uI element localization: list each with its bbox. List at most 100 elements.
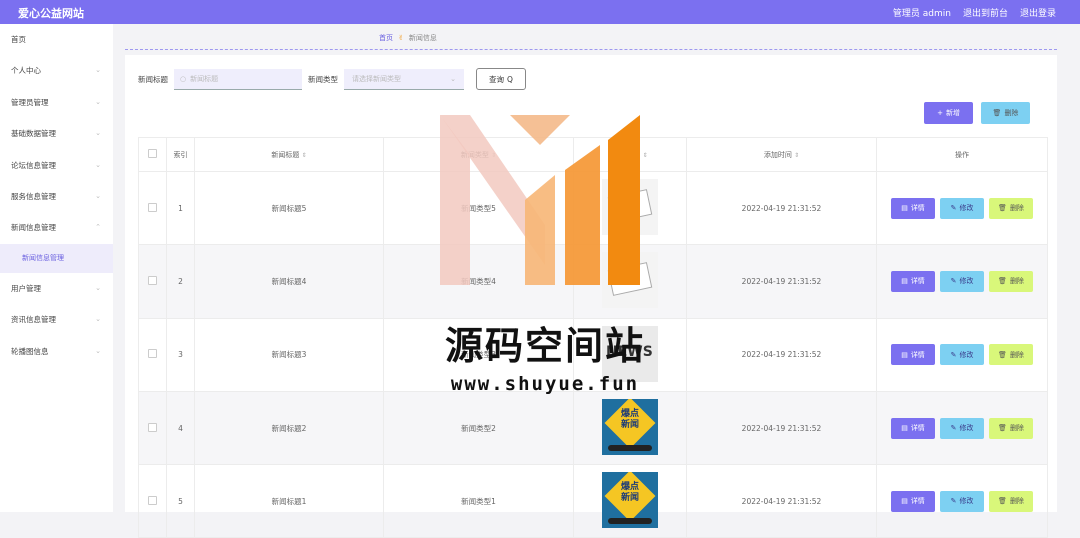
admin-label: 管理员 admin — [892, 9, 951, 19]
top-right-links: 管理员 admin 退出到前台 退出登录 — [893, 6, 1056, 19]
col-time[interactable]: 添加时间 ⇕ — [686, 137, 877, 172]
breadcrumb-home[interactable]: 首页 — [379, 33, 393, 43]
edit-button[interactable]: ✎ 修改 — [940, 197, 984, 219]
chevron-down-icon: ⌄ — [95, 160, 101, 169]
detail-label: 详情 — [910, 277, 925, 286]
add-button[interactable]: + 新增 — [924, 102, 973, 124]
row-select[interactable] — [138, 464, 167, 538]
query-label: 查询 — [489, 74, 505, 84]
delete-button[interactable]: 🗑 删除 — [989, 417, 1033, 439]
edit-label: 修改 — [959, 424, 974, 433]
row-ops: ▤ 详情 ✎ 修改 🗑 删除 — [876, 244, 1048, 319]
chevron-down-icon: ⌄ — [95, 346, 101, 355]
edit-button[interactable]: ✎ 修改 — [940, 417, 984, 439]
type-select[interactable]: 请选择新闻类型 ⌄ — [344, 68, 464, 90]
document-icon: ▤ — [901, 497, 908, 506]
row-checkbox[interactable] — [148, 275, 157, 285]
select-all-checkbox[interactable] — [148, 149, 157, 158]
detail-button[interactable]: ▤ 详情 — [891, 270, 935, 292]
select-all-header[interactable] — [138, 137, 167, 172]
sidebar-subitem-news-manage[interactable]: 新闻信息管理 — [0, 243, 113, 273]
table-row: 3 新闻标题3 新闻类型3 NEWS 2022-04-19 21:31:52 ▤… — [138, 317, 1048, 392]
detail-button[interactable]: ▤ 详情 — [891, 417, 935, 439]
sidebar-item-carousel[interactable]: 轮播图信息 ⌄ — [0, 336, 113, 367]
sidebar-item-profile[interactable]: 个人中心 ⌄ — [0, 55, 113, 86]
col-type[interactable]: 新闻类型 ⇕ — [383, 137, 574, 172]
sidebar-item-home[interactable]: 首页 — [0, 24, 113, 55]
row-checkbox[interactable] — [148, 422, 157, 432]
news-image: NEWS — [602, 325, 658, 382]
search-icon: Q — [507, 74, 513, 84]
row-type: 新闻类型3 — [383, 317, 574, 392]
delete-label: 删除 — [1004, 109, 1019, 117]
sort-icon: ⇕ — [642, 151, 648, 159]
sidebar-item-news[interactable]: 新闻信息管理 ⌃ — [0, 212, 113, 243]
sort-icon: ⇕ — [794, 151, 800, 159]
detail-label: 详情 — [910, 350, 925, 359]
chevron-down-icon: ⌄ — [95, 315, 101, 324]
sort-icon: ⇕ — [491, 151, 497, 159]
batch-delete-button[interactable]: 🗑 删除 — [981, 102, 1030, 124]
sidebar-item-service[interactable]: 服务信息管理 ⌄ — [0, 181, 113, 212]
delete-button[interactable]: 🗑 删除 — [989, 270, 1033, 292]
breadcrumb-separator-icon: ✌ — [398, 34, 404, 42]
row-index: 2 — [166, 244, 195, 319]
trash-icon: 🗑 — [998, 497, 1007, 506]
document-icon: ▤ — [901, 204, 908, 213]
col-title[interactable]: 新闻标题 ⇕ — [194, 137, 384, 172]
col-time-label: 添加时间 — [763, 150, 792, 159]
sidebar-item-label: 用户管理 — [11, 283, 41, 293]
row-ops: ▤ 详情 ✎ 修改 🗑 删除 — [876, 464, 1048, 538]
logout-link[interactable]: 退出登录 — [1020, 6, 1056, 19]
title-label: 新闻标题 — [138, 74, 168, 84]
breadcrumb: 首页 ✌ 新闻信息 — [379, 33, 437, 43]
search-form: 新闻标题 ○ 新闻标题 新闻类型 请选择新闻类型 ⌄ 查询 Q — [138, 68, 526, 90]
chevron-down-icon: ⌄ — [95, 191, 101, 200]
sidebar-item-basic-data[interactable]: 基础数据管理 ⌄ — [0, 118, 113, 149]
edit-button[interactable]: ✎ 修改 — [940, 344, 984, 366]
row-type: 新闻类型2 — [383, 390, 574, 466]
pencil-icon: ✎ — [950, 497, 957, 506]
row-select[interactable] — [138, 244, 167, 319]
delete-button[interactable]: 🗑 删除 — [989, 197, 1033, 219]
sidebar-item-label: 个人中心 — [11, 66, 41, 76]
row-select[interactable] — [138, 170, 167, 246]
row-select[interactable] — [138, 317, 167, 392]
row-time: 2022-04-19 21:31:52 — [686, 170, 877, 246]
sidebar-item-label: 论坛信息管理 — [11, 160, 56, 170]
row-title: 新闻标题5 — [194, 170, 384, 246]
document-icon: ▤ — [901, 277, 908, 286]
detail-button[interactable]: ▤ 详情 — [891, 490, 935, 512]
chevron-down-icon: ⌄ — [95, 97, 101, 106]
delete-button[interactable]: 🗑 删除 — [989, 490, 1033, 512]
sidebar-item-users[interactable]: 用户管理 ⌄ — [0, 273, 113, 304]
back-to-front-link[interactable]: 退出到前台 — [963, 6, 1008, 19]
edit-button[interactable]: ✎ 修改 — [940, 270, 984, 292]
edit-label: 修改 — [959, 350, 974, 359]
detail-button[interactable]: ▤ 详情 — [891, 197, 935, 219]
search-icon: ○ — [180, 74, 187, 83]
delete-button[interactable]: 🗑 删除 — [989, 344, 1033, 366]
row-title: 新闻标题3 — [194, 317, 384, 392]
col-image[interactable]: 新闻图片 ⇕ — [573, 137, 687, 172]
row-checkbox[interactable] — [148, 202, 157, 212]
query-button[interactable]: 查询 Q — [476, 68, 526, 90]
row-title: 新闻标题1 — [194, 464, 384, 538]
edit-button[interactable]: ✎ 修改 — [940, 490, 984, 512]
row-checkbox[interactable] — [148, 349, 157, 359]
chevron-down-icon: ⌄ — [450, 74, 456, 83]
sidebar-item-forum[interactable]: 论坛信息管理 ⌄ — [0, 150, 113, 181]
title-search-input[interactable]: ○ 新闻标题 — [174, 68, 302, 90]
row-index: 3 — [166, 317, 195, 392]
table-row: 4 新闻标题2 新闻类型2 爆点 新闻 2022-04-19 21:31:52 … — [138, 390, 1048, 466]
col-type-label: 新闻类型 — [460, 150, 489, 159]
row-select[interactable] — [138, 390, 167, 466]
col-index: 索引 — [166, 137, 195, 172]
row-checkbox[interactable] — [148, 495, 157, 505]
divider — [125, 49, 1057, 50]
sidebar-item-admin[interactable]: 管理员管理 ⌄ — [0, 87, 113, 118]
detail-label: 详情 — [910, 424, 925, 433]
sidebar-item-info[interactable]: 资讯信息管理 ⌄ — [0, 304, 113, 335]
pencil-icon: ✎ — [950, 350, 957, 359]
detail-button[interactable]: ▤ 详情 — [891, 344, 935, 366]
